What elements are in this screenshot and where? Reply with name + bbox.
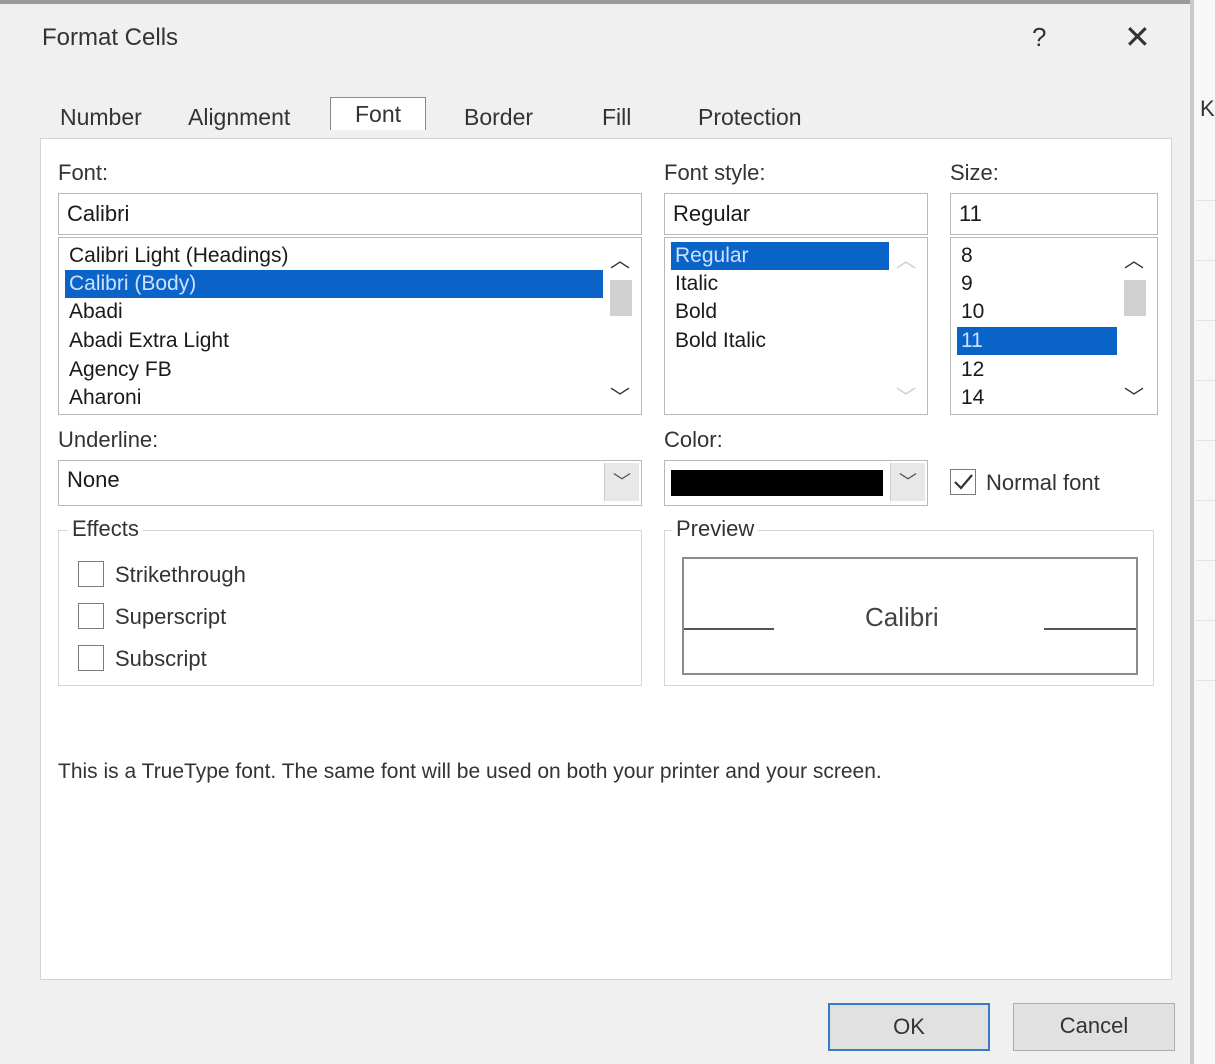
dialog-title: Format Cells <box>42 24 179 51</box>
dialog-top-border <box>0 0 1190 4</box>
grid-line <box>1196 380 1215 381</box>
size-list-scrollbar[interactable]: ︿ ﹀ <box>1117 240 1151 412</box>
effects-title: Effects <box>68 516 143 542</box>
preview-sample-text: Calibri <box>865 602 939 632</box>
size-label: Size: <box>950 160 999 185</box>
list-item[interactable]: 8 <box>957 242 977 270</box>
scroll-thumb[interactable] <box>610 280 632 316</box>
size-input[interactable]: 11 <box>950 193 1158 235</box>
font-label: Font: <box>58 160 109 185</box>
scroll-thumb[interactable] <box>1124 280 1146 316</box>
list-item-selected[interactable]: Calibri (Body) <box>65 270 603 298</box>
strikethrough-label[interactable]: Strikethrough <box>115 562 246 588</box>
superscript-label[interactable]: Superscript <box>115 604 226 630</box>
tab-alignment[interactable]: Alignment <box>184 100 294 136</box>
list-item[interactable]: 9 <box>957 270 977 298</box>
grid-line <box>1196 500 1215 501</box>
size-list[interactable]: 8 9 10 11 12 14 ︿ ﹀ <box>950 237 1158 415</box>
chevron-down-icon[interactable]: ﹀ <box>1117 381 1151 410</box>
chevron-down-icon[interactable]: ﹀ <box>890 463 925 501</box>
list-item[interactable]: Calibri Light (Headings) <box>65 242 292 270</box>
chevron-down-icon[interactable]: ﹀ <box>603 381 637 410</box>
grid-line <box>1196 440 1215 441</box>
underline-label: Underline: <box>58 427 159 452</box>
grid-line <box>1196 620 1215 621</box>
grid-line <box>1196 200 1215 201</box>
checkmark-icon <box>954 474 973 490</box>
font-list[interactable]: Calibri Light (Headings) Calibri (Body) … <box>58 237 642 415</box>
chevron-down-icon: ﹀ <box>896 387 916 409</box>
ok-button[interactable]: OK <box>828 1003 990 1051</box>
font-style-input[interactable]: Regular <box>664 193 928 235</box>
list-item[interactable]: Agency FB <box>65 356 176 384</box>
font-style-label: Font style: <box>664 160 766 185</box>
background-spreadsheet-strip <box>1190 0 1215 1064</box>
list-item-selected[interactable]: 11 <box>957 327 1119 355</box>
color-swatch <box>671 470 883 496</box>
tab-border[interactable]: Border <box>460 100 537 136</box>
list-item[interactable]: 10 <box>957 298 988 326</box>
preview-baseline-right <box>1044 628 1136 630</box>
font-name-input[interactable]: Calibri <box>58 193 642 235</box>
preview-title: Preview <box>672 516 759 542</box>
tab-protection[interactable]: Protection <box>694 100 806 136</box>
underline-select[interactable]: None ﹀ <box>58 460 642 506</box>
color-label: Color: <box>664 427 723 452</box>
list-item[interactable]: Bold <box>671 298 721 326</box>
normal-font-label[interactable]: Normal font <box>986 470 1100 496</box>
chevron-down-icon[interactable]: ﹀ <box>604 463 639 501</box>
format-cells-dialog: Format Cells ? ✕ Number Alignment Font B… <box>0 0 1190 1064</box>
font-style-list[interactable]: Regular Italic Bold Bold Italic ︿ ﹀ <box>664 237 928 415</box>
tab-fill[interactable]: Fill <box>598 100 635 136</box>
grid-line <box>1196 260 1215 261</box>
grid-line <box>1196 680 1215 681</box>
subscript-label[interactable]: Subscript <box>115 646 207 672</box>
color-picker[interactable]: ﹀ <box>664 460 928 506</box>
list-item[interactable]: Abadi <box>65 298 127 326</box>
list-item[interactable]: Aharoni <box>65 384 145 412</box>
grid-line <box>1196 320 1215 321</box>
font-info-text: This is a TrueType font. The same font w… <box>58 760 882 783</box>
list-item[interactable]: Italic <box>671 270 722 298</box>
help-icon[interactable]: ? <box>1032 22 1046 53</box>
tab-font[interactable]: Font <box>330 97 427 130</box>
list-item[interactable]: Bold Italic <box>671 327 770 355</box>
chevron-up-icon: ︿ <box>896 250 916 272</box>
close-icon[interactable]: ✕ <box>1124 18 1151 56</box>
list-item[interactable]: 14 <box>957 384 988 412</box>
cancel-button[interactable]: Cancel <box>1013 1003 1175 1051</box>
column-header-letter: K <box>1200 96 1215 121</box>
chevron-up-icon[interactable]: ︿ <box>1117 244 1151 273</box>
list-item[interactable]: Abadi Extra Light <box>65 327 233 355</box>
tab-number[interactable]: Number <box>56 100 146 136</box>
preview-baseline-left <box>684 628 774 630</box>
subscript-checkbox[interactable] <box>78 645 104 671</box>
chevron-up-icon[interactable]: ︿ <box>603 244 637 273</box>
list-item[interactable]: 12 <box>957 356 988 384</box>
list-item-selected[interactable]: Regular <box>671 242 891 270</box>
font-style-scrollbar: ︿ ﹀ <box>889 240 923 412</box>
superscript-checkbox[interactable] <box>78 603 104 629</box>
strikethrough-checkbox[interactable] <box>78 561 104 587</box>
font-list-scrollbar[interactable]: ︿ ﹀ <box>603 240 637 412</box>
normal-font-checkbox[interactable] <box>950 469 976 495</box>
underline-value: None <box>67 467 120 492</box>
grid-line <box>1196 560 1215 561</box>
